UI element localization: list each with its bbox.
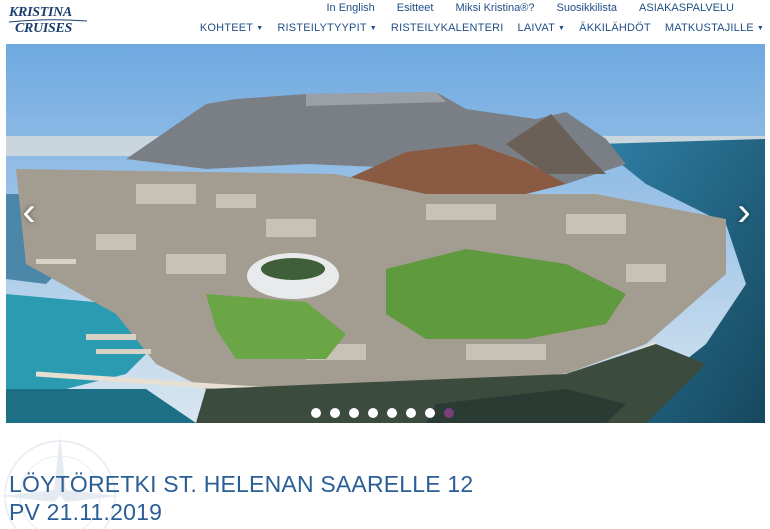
hero-image <box>6 44 765 423</box>
link-suosikkilista[interactable]: Suosikkilista <box>556 2 617 14</box>
nav-akkilahdot[interactable]: ÄKKILÄHDÖT <box>579 22 651 34</box>
nav-laivat[interactable]: LAIVAT ▼ <box>518 22 566 34</box>
caret-down-icon: ▼ <box>369 24 377 32</box>
carousel-dot[interactable] <box>311 408 321 418</box>
carousel-dot[interactable] <box>444 408 454 418</box>
carousel-next-button[interactable]: › <box>729 192 759 232</box>
logo-line-2: CRUISES <box>15 21 73 36</box>
caret-down-icon: ▼ <box>256 24 264 32</box>
nav-laivat-label: LAIVAT <box>517 22 556 34</box>
link-in-english[interactable]: In English <box>326 2 374 14</box>
link-miksi-kristina[interactable]: Miksi Kristina®? <box>455 2 534 14</box>
link-esitteet[interactable]: Esitteet <box>397 2 434 14</box>
carousel-prev-button[interactable]: ‹ <box>14 192 44 232</box>
kristina-cruises-logo[interactable]: KRISTINA CRUISES <box>9 5 89 39</box>
nav-matkustajille[interactable]: MATKUSTAJILLE ▼ <box>665 22 764 34</box>
page-title-line-2: PV 21.11.2019 <box>9 499 163 525</box>
nav-akkilahdot-label: ÄKKILÄHDÖT <box>579 22 651 34</box>
carousel-dot[interactable] <box>349 408 359 418</box>
nav-risteilykalenteri[interactable]: RISTEILYKALENTERI <box>391 22 504 34</box>
nav-kohteet-label: KOHTEET <box>199 22 254 34</box>
main-nav: KOHTEET ▼ RISTEILYTYYPIT ▼ RISTEILYKALENTE… <box>186 22 764 34</box>
carousel-dot[interactable] <box>368 408 378 418</box>
nav-risteilytyypit-label: RISTEILYTYYPIT <box>277 22 367 34</box>
nav-matkustajille-label: MATKUSTAJILLE <box>664 22 754 34</box>
utility-nav: In English Esitteet Miksi Kristina®? Suo… <box>304 2 734 14</box>
hero-carousel[interactable]: ‹ › <box>6 44 765 423</box>
carousel-pagination <box>311 408 454 418</box>
caret-down-icon: ▼ <box>558 24 566 32</box>
caret-down-icon: ▼ <box>756 24 764 32</box>
nav-risteilykalenteri-label: RISTEILYKALENTERI <box>390 22 504 34</box>
carousel-dot[interactable] <box>425 408 435 418</box>
page-title-line-1: LÖYTÖRETKI ST. HELENAN SAARELLE 12 <box>9 471 474 497</box>
nav-risteilytyypit[interactable]: RISTEILYTYYPIT ▼ <box>277 22 377 34</box>
carousel-dot[interactable] <box>406 408 416 418</box>
link-asiakaspalvelu[interactable]: ASIAKASPALVELU <box>639 2 734 14</box>
carousel-dot[interactable] <box>330 408 340 418</box>
page-title: LÖYTÖRETKI ST. HELENAN SAARELLE 12 PV 21… <box>9 470 629 526</box>
nav-kohteet[interactable]: KOHTEET ▼ <box>200 22 264 34</box>
site-header: KRISTINA CRUISES In English Esitteet Mik… <box>0 0 770 42</box>
carousel-dot[interactable] <box>387 408 397 418</box>
